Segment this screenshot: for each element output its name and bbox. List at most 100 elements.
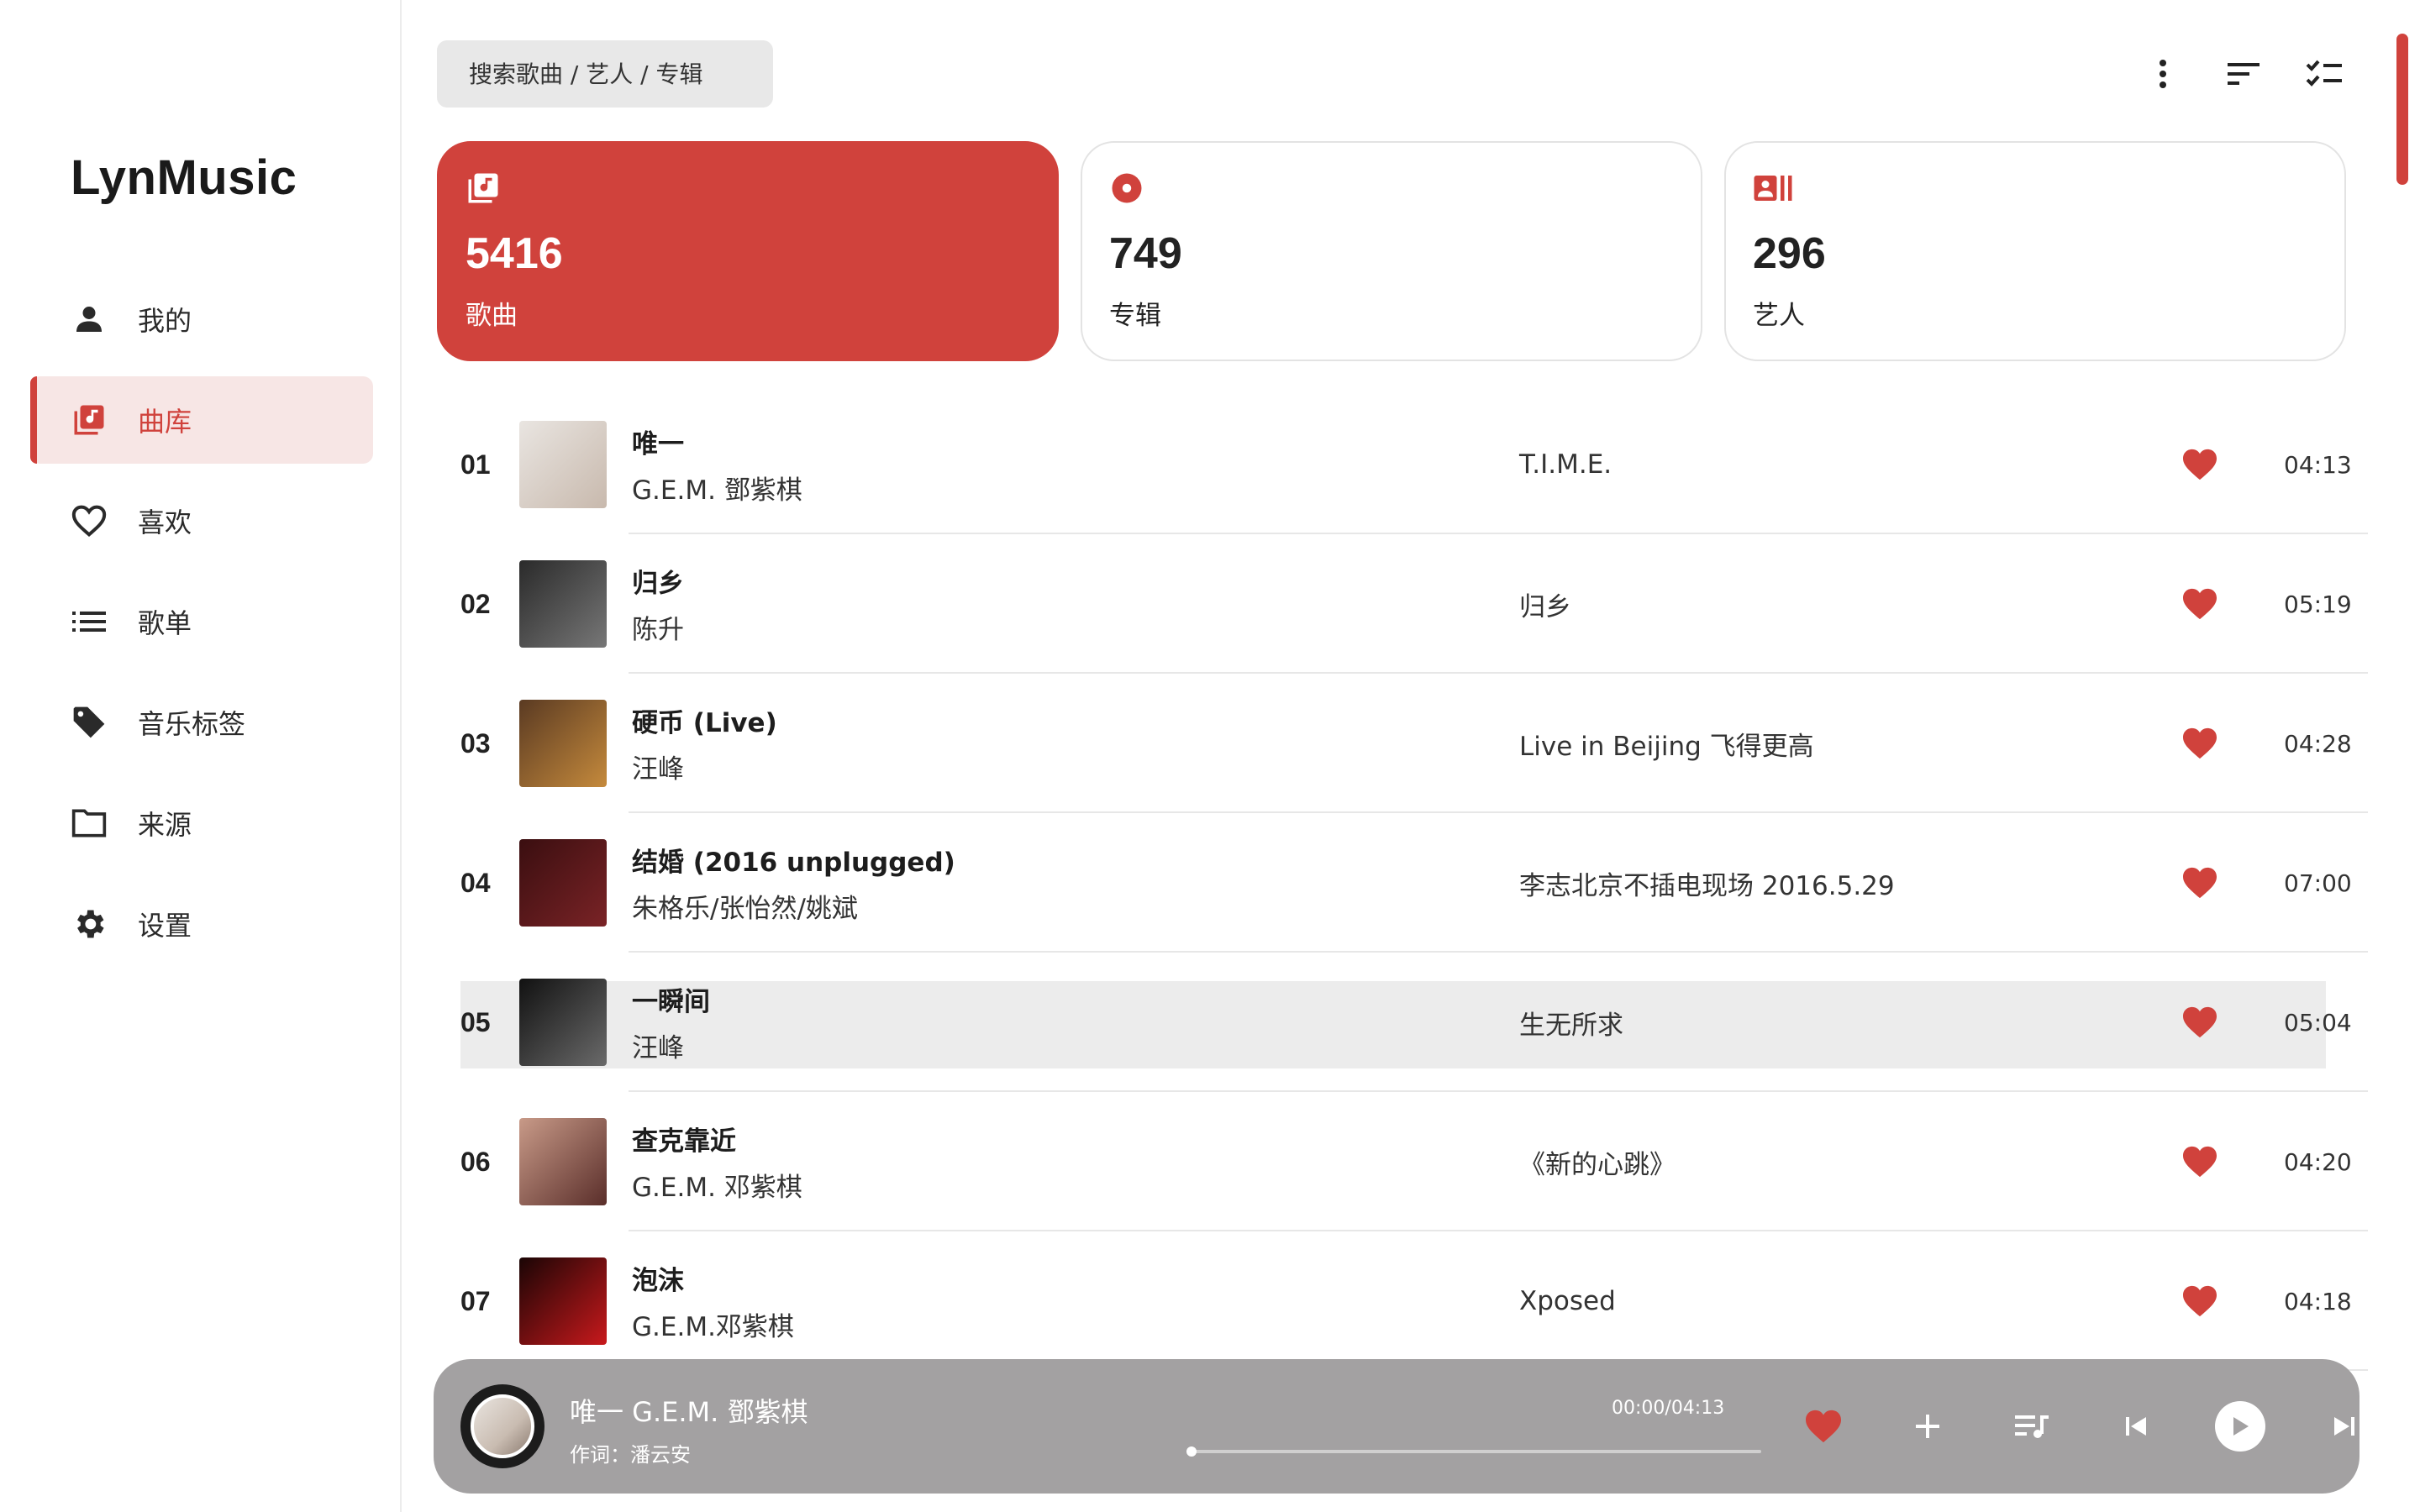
track-number: 01 bbox=[460, 449, 491, 480]
album-icon bbox=[1109, 168, 1674, 208]
track-album[interactable]: 《新的心跳》 bbox=[1519, 1143, 2175, 1181]
sidebar-item-0[interactable]: 我的 bbox=[30, 276, 373, 363]
sidebar-item-4[interactable]: 音乐标签 bbox=[30, 679, 373, 766]
track-info: 唯一 G.E.M. 鄧紫棋 bbox=[632, 423, 1519, 507]
track-album[interactable]: 归乡 bbox=[1519, 585, 2175, 623]
track-album[interactable]: 生无所求 bbox=[1519, 1004, 2175, 1042]
sidebar-item-label: 歌单 bbox=[138, 607, 192, 639]
like-button[interactable] bbox=[1798, 1401, 1849, 1452]
player-controls bbox=[1798, 1401, 2370, 1452]
main-content: 5416歌曲749专辑296艺人 01唯一G.E.M. 鄧紫棋T.I.M.E.0… bbox=[403, 0, 2420, 1512]
next-button[interactable] bbox=[2319, 1401, 2370, 1452]
artists-card[interactable]: 296 艺人 bbox=[1724, 141, 2346, 361]
sidebar-item-5[interactable]: 来源 bbox=[30, 780, 373, 867]
track-artist[interactable]: G.E.M. 邓紫棋 bbox=[632, 1166, 1519, 1204]
now-playing-title: 唯一 G.E.M. 鄧紫棋 bbox=[570, 1396, 808, 1428]
track-cover bbox=[519, 1118, 607, 1205]
heart-icon[interactable] bbox=[2175, 448, 2225, 481]
track-artist[interactable]: G.E.M.邓紫棋 bbox=[632, 1305, 1519, 1343]
multi-select-button[interactable] bbox=[2304, 52, 2344, 96]
list-icon bbox=[69, 601, 109, 642]
now-playing-lyric: 作词：潘云安 bbox=[570, 1443, 691, 1467]
sidebar-item-2[interactable]: 喜欢 bbox=[30, 477, 373, 564]
track-album[interactable]: T.I.M.E. bbox=[1519, 449, 2175, 480]
track-row[interactable]: 04 结婚 (2016 unplugged) 朱格乐/张怡然/姚斌 李志北京不插电现场… bbox=[460, 813, 2368, 953]
track-row[interactable]: 01 唯一 G.E.M. 鄧紫棋 T.I.M.E. 04:13 bbox=[460, 395, 2368, 534]
search-input[interactable] bbox=[437, 40, 773, 108]
track-cover bbox=[519, 839, 607, 927]
heart-icon bbox=[1806, 1410, 1841, 1443]
play-icon bbox=[2233, 1417, 2249, 1436]
sidebar-item-label: 我的 bbox=[138, 305, 192, 337]
track-number: 04 bbox=[460, 867, 491, 898]
stat-count: 749 bbox=[1109, 229, 1182, 278]
scrollbar-thumb[interactable] bbox=[2396, 34, 2408, 185]
track-album[interactable]: 李志北京不插电现场 2016.5.29 bbox=[1519, 864, 2175, 902]
progress-knob[interactable] bbox=[1186, 1446, 1197, 1457]
sidebar-item-6[interactable]: 设置 bbox=[30, 880, 373, 968]
track-list: 01 唯一 G.E.M. 鄧紫棋 T.I.M.E. 04:13 02 归乡 陈升 归乡 05:19… bbox=[460, 395, 2368, 1371]
app-logo: LynMusic bbox=[71, 150, 297, 205]
track-duration: 05:04 bbox=[2284, 1008, 2352, 1037]
track-title: 一瞬间 bbox=[632, 987, 710, 1017]
track-title: 归乡 bbox=[632, 569, 684, 599]
sidebar-item-3[interactable]: 歌单 bbox=[30, 578, 373, 665]
progress-slider[interactable] bbox=[1186, 1446, 1761, 1457]
albums-card[interactable]: 749 专辑 bbox=[1081, 141, 1702, 361]
track-title: 结婚 (2016 unplugged) bbox=[632, 848, 955, 878]
library-music-icon bbox=[466, 168, 1030, 208]
track-number: 07 bbox=[460, 1285, 491, 1316]
queue-music-icon bbox=[2015, 1415, 2049, 1438]
tag-icon bbox=[69, 702, 109, 743]
track-row[interactable]: 07 泡沫 G.E.M.邓紫棋 Xposed 04:18 bbox=[460, 1231, 2368, 1371]
track-artist[interactable]: G.E.M. 鄧紫棋 bbox=[632, 469, 1519, 507]
songs-card[interactable]: 5416 歌曲 bbox=[437, 141, 1059, 361]
heart-icon[interactable] bbox=[2175, 727, 2225, 760]
stat-label: 歌曲 bbox=[466, 301, 518, 331]
track-row[interactable]: 03 硬币 (Live) 汪峰 Live in Beijing 飞得更高 04:28 bbox=[460, 674, 2368, 813]
heart-icon[interactable] bbox=[2175, 587, 2225, 621]
track-cover bbox=[519, 560, 607, 648]
track-duration: 04:28 bbox=[2284, 729, 2352, 758]
add-to-playlist-button[interactable] bbox=[1902, 1401, 1953, 1452]
play-button[interactable] bbox=[2215, 1401, 2265, 1452]
track-artist[interactable]: 陈升 bbox=[632, 608, 1519, 646]
stat-label: 艺人 bbox=[1753, 301, 1805, 331]
toolbar bbox=[2143, 52, 2344, 96]
sidebar-item-label: 设置 bbox=[138, 910, 192, 942]
sort-button[interactable] bbox=[2223, 52, 2264, 96]
track-row[interactable]: 02 归乡 陈升 归乡 05:19 bbox=[460, 534, 2368, 674]
sidebar-item-label: 音乐标签 bbox=[138, 708, 246, 740]
track-duration: 04:13 bbox=[2284, 450, 2352, 479]
track-row[interactable]: 05 一瞬间汪峰 生无所求 05:04 bbox=[460, 953, 2368, 1092]
person-icon bbox=[69, 299, 109, 339]
track-cover bbox=[519, 979, 607, 1066]
track-number: 02 bbox=[460, 588, 491, 619]
track-cover bbox=[519, 421, 607, 508]
heart-icon[interactable] bbox=[2175, 1284, 2225, 1318]
stat-count: 296 bbox=[1753, 229, 1826, 278]
queue-button[interactable] bbox=[2007, 1401, 2057, 1452]
track-row[interactable]: 06 查克靠近 G.E.M. 邓紫棋 《新的心跳》 04:20 bbox=[460, 1092, 2368, 1231]
now-playing-cover[interactable] bbox=[460, 1384, 544, 1468]
track-info: 一瞬间 汪峰 bbox=[632, 980, 1519, 1064]
previous-button[interactable] bbox=[2111, 1401, 2161, 1452]
stats-cards: 5416 歌曲 749 专辑 296 艺人 bbox=[437, 141, 2346, 361]
track-artist[interactable]: 汪峰 bbox=[632, 748, 1519, 785]
more-vert-button[interactable] bbox=[2143, 52, 2183, 96]
checklist-icon bbox=[2306, 60, 2342, 87]
track-number: 05 bbox=[460, 1006, 491, 1037]
track-title: 硬币 (Live) bbox=[632, 708, 777, 738]
heart-icon[interactable] bbox=[2175, 866, 2225, 900]
skip-next-icon bbox=[2334, 1417, 2354, 1436]
track-artist[interactable]: 朱格乐/张怡然/姚斌 bbox=[632, 887, 1519, 925]
artist-card-icon bbox=[1753, 168, 2317, 208]
heart-icon[interactable] bbox=[2175, 1005, 2225, 1039]
heart-icon[interactable] bbox=[2175, 1145, 2225, 1179]
track-album[interactable]: Xposed bbox=[1519, 1286, 2175, 1316]
sidebar: LynMusic 我的曲库喜欢歌单音乐标签来源设置 bbox=[0, 0, 402, 1512]
stat-label: 专辑 bbox=[1109, 301, 1161, 331]
sidebar-item-1[interactable]: 曲库 bbox=[30, 376, 373, 464]
track-artist[interactable]: 汪峰 bbox=[632, 1026, 1519, 1064]
track-album[interactable]: Live in Beijing 飞得更高 bbox=[1519, 725, 2175, 763]
